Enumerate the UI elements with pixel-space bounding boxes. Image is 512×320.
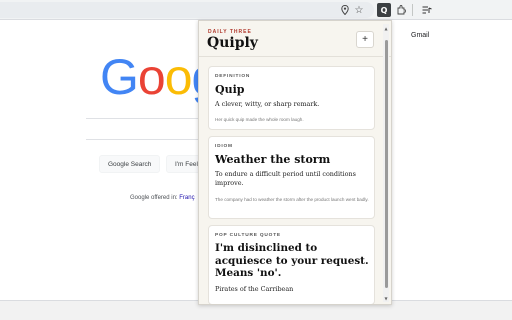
definition-card[interactable]: DEFINITION Quip A clever, witty, or shar… [208, 66, 375, 130]
idiom-card[interactable]: IDIOM Weather the storm To endure a diff… [208, 136, 375, 219]
scroll-up-icon[interactable]: ▲ [383, 25, 389, 31]
card-word: Quip [215, 83, 245, 96]
logo-letter: o [164, 49, 193, 105]
offered-in-label: Google offered in: [130, 195, 178, 201]
add-button[interactable]: + [356, 31, 374, 48]
star-icon[interactable]: ☆ [352, 3, 366, 17]
card-example: The company had to weather the storm aft… [215, 197, 369, 202]
card-source: Pirates of the Carribean [215, 285, 294, 293]
logo-letter: o [137, 49, 166, 105]
google-search-button[interactable]: Google Search [99, 155, 161, 173]
logo-letter: G [100, 49, 139, 105]
extensions-icon[interactable] [394, 3, 408, 17]
offered-in: Google offered in: Franç [130, 195, 195, 201]
card-example: Her quick quip made the whole room laugh… [215, 117, 304, 122]
toolbar-divider [412, 4, 413, 16]
card-definition: To endure a difficult period until condi… [215, 170, 356, 188]
scroll-down-icon[interactable]: ▼ [383, 295, 389, 301]
location-icon[interactable] [338, 3, 352, 17]
browser-toolbar: ☆ Q [0, 0, 512, 20]
card-quote: I'm disinclined to acquiesce to your req… [215, 242, 369, 280]
address-bar[interactable] [0, 2, 374, 18]
gmail-link[interactable]: Gmail [411, 32, 429, 39]
card-type: IDIOM [215, 144, 233, 149]
reading-list-icon[interactable] [420, 3, 434, 17]
scrollbar-thumb[interactable] [385, 40, 388, 288]
card-word: Weather the storm [215, 153, 331, 166]
quiply-popup: DAILY THREE Quiply + DEFINITION Quip A c… [198, 20, 392, 305]
popup-title: Quiply [207, 35, 258, 51]
card-type: DEFINITION [215, 74, 251, 79]
quiply-extension-icon[interactable]: Q [377, 3, 391, 17]
header-divider [199, 56, 391, 57]
language-link[interactable]: Franç [179, 195, 194, 201]
pop-culture-quote-card[interactable]: POP CULTURE QUOTE I'm disinclined to acq… [208, 225, 375, 304]
card-type: POP CULTURE QUOTE [215, 233, 281, 238]
card-definition: A clever, witty, or sharp remark. [215, 100, 320, 108]
